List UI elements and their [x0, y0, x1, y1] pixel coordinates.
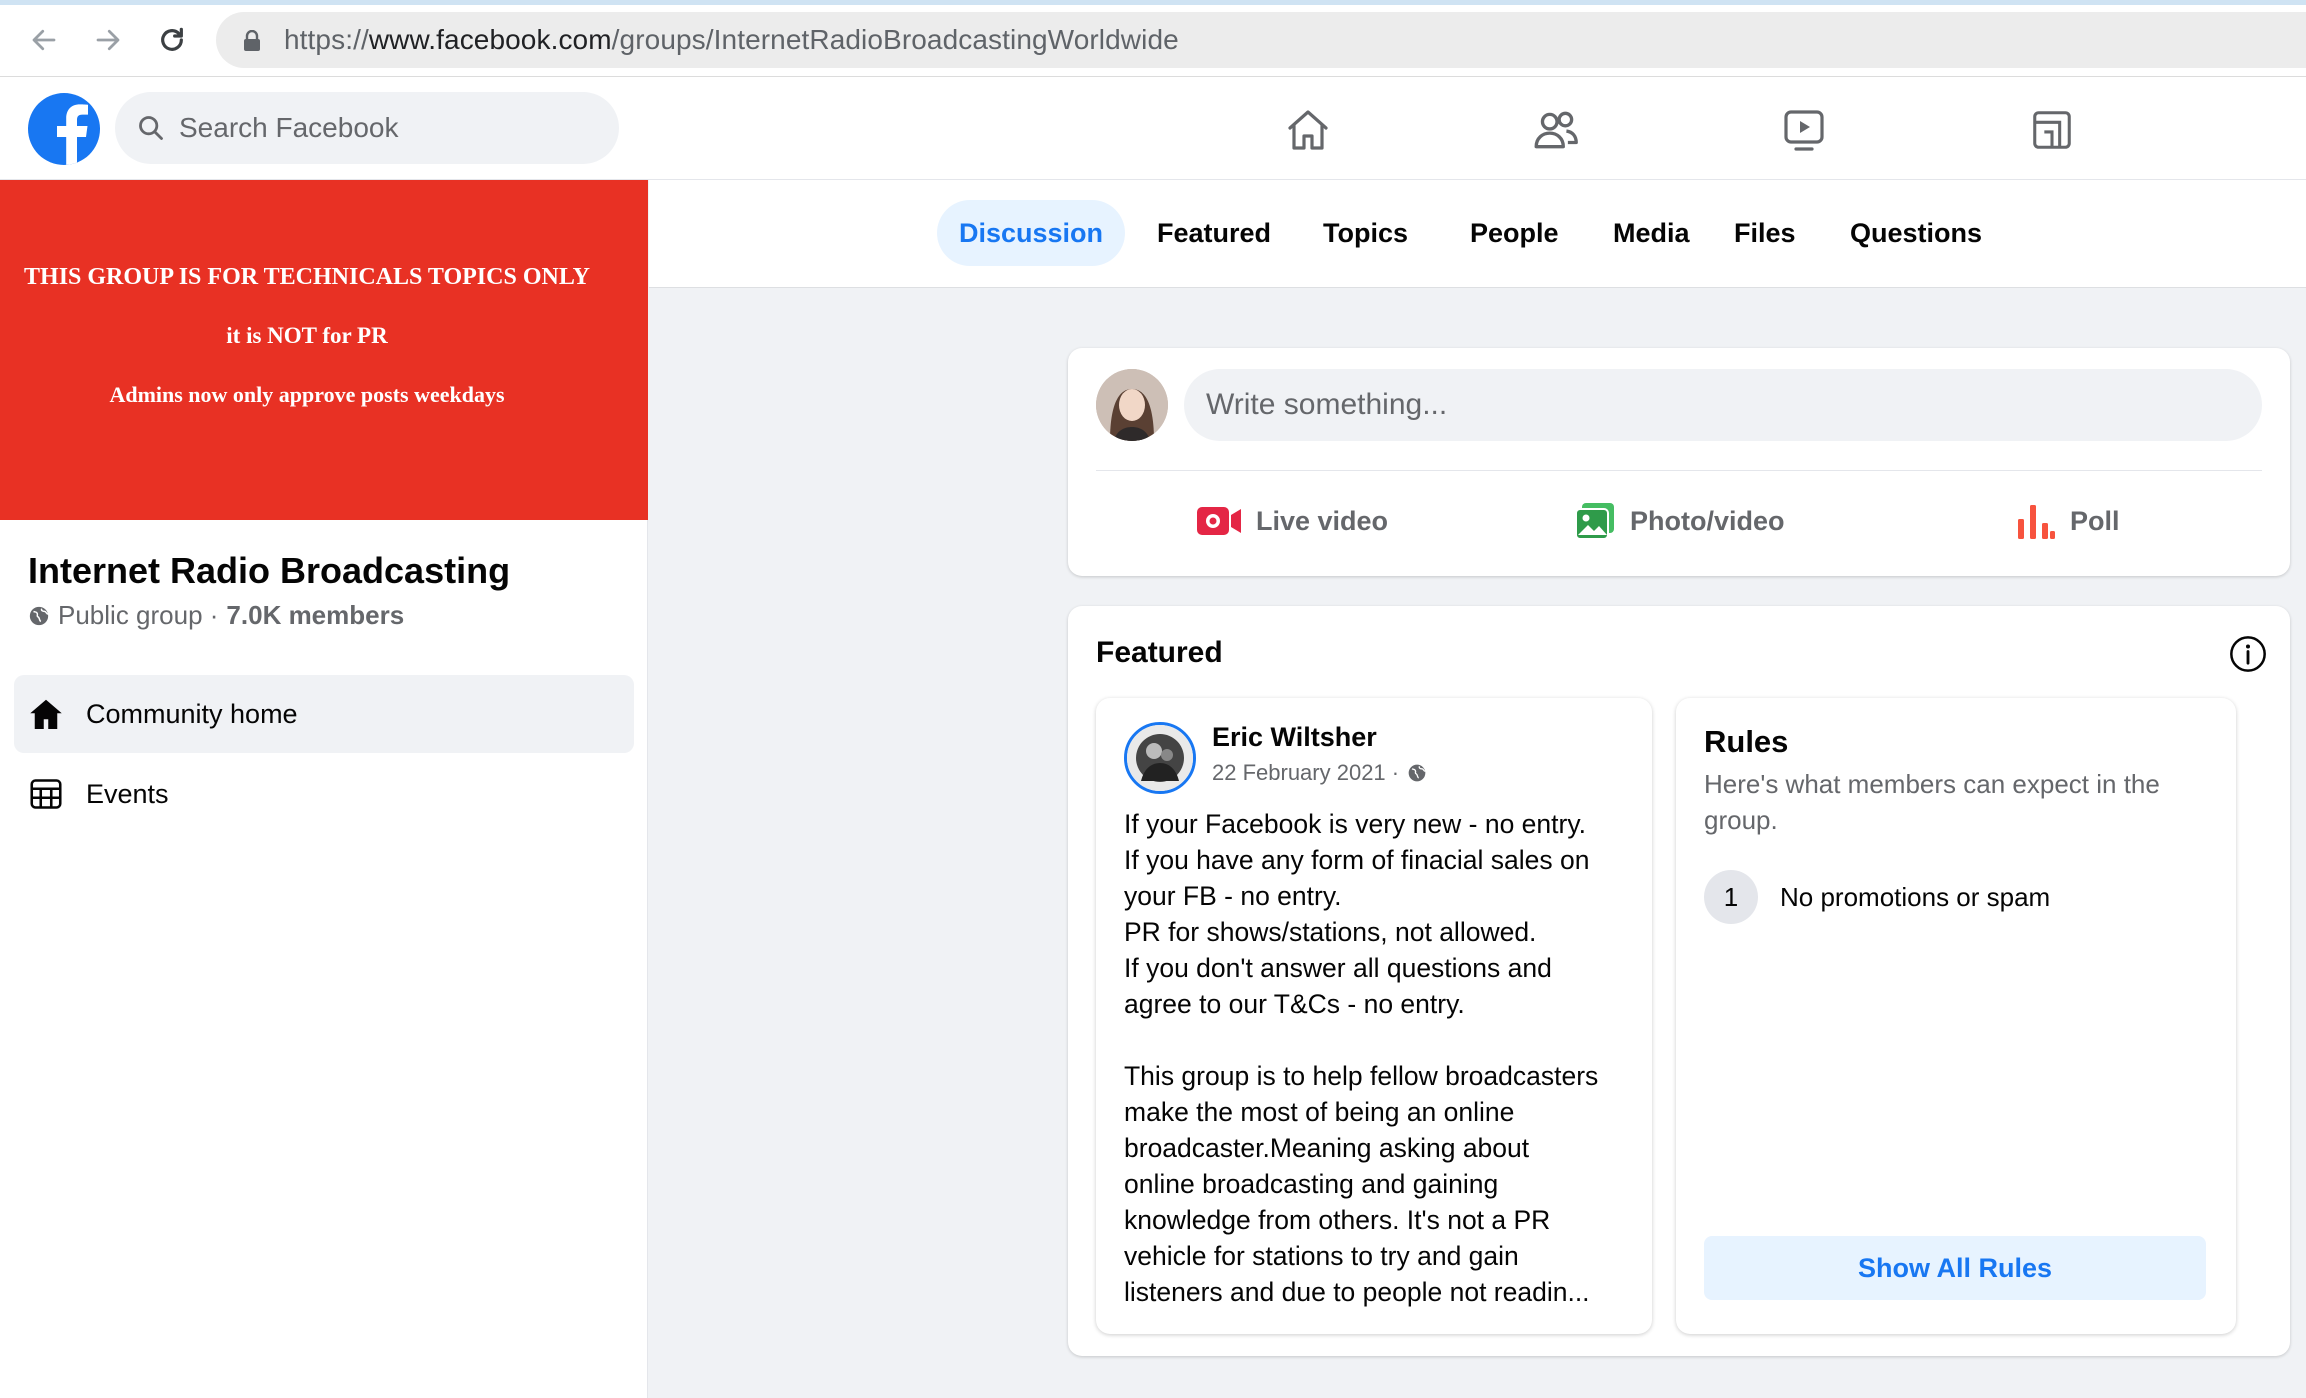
write-something-input[interactable]: Write something...	[1184, 369, 2262, 441]
gaming-icon	[2033, 111, 2071, 149]
lock-icon	[244, 30, 260, 51]
live-video-icon	[1197, 507, 1241, 535]
url-path: /groups/InternetRadioBroadcastingWorldwi…	[611, 24, 1179, 55]
photo-video-button[interactable]: Photo/video	[1574, 498, 1785, 544]
show-all-rules-button[interactable]: Show All Rules	[1704, 1236, 2206, 1300]
poster-name[interactable]: Eric Wiltsher	[1212, 722, 1377, 753]
post-line: your FB - no entry.	[1124, 881, 1342, 911]
tab-strip-edge	[0, 0, 2306, 5]
home-icon	[1288, 110, 1328, 150]
rule-text[interactable]: No promotions or spam	[1780, 882, 2050, 913]
browser-toolbar: https://www.facebook.com/groups/Internet…	[0, 0, 2306, 77]
poll-button[interactable]: Poll	[2016, 498, 2120, 544]
post-line: broadcaster.Meaning asking about	[1124, 1133, 1530, 1163]
featured-post[interactable]: Eric Wiltsher 22 February 2021 · If your…	[1096, 698, 1652, 1334]
live-video-label: Live video	[1256, 505, 1389, 536]
featured-title: Featured	[1096, 636, 1223, 669]
sidebar-item-events[interactable]: Events	[14, 755, 634, 833]
arrow-left-icon	[32, 29, 56, 51]
nav-gaming[interactable]	[2024, 102, 2080, 158]
post-body: If your Facebook is very new - no entry.…	[1124, 806, 1634, 1310]
post-line: vehicle for stations to try and gain	[1124, 1241, 1519, 1271]
group-name[interactable]: Internet Radio Broadcasting	[28, 550, 510, 592]
url-text: https://www.facebook.com/groups/Internet…	[284, 24, 1179, 56]
tab-questions[interactable]: Questions	[1828, 200, 2004, 266]
reload-icon	[161, 27, 183, 51]
arrow-right-icon	[96, 29, 120, 51]
friends-icon	[1534, 111, 1578, 149]
cover-line-3: Admins now only approve posts weekdays	[109, 382, 505, 407]
live-video-button[interactable]: Live video	[1196, 498, 1388, 544]
facebook-logo-icon[interactable]	[28, 93, 100, 165]
tab-discussion[interactable]: Discussion	[937, 200, 1126, 266]
post-line: If you have any form of finacial sales o…	[1124, 845, 1590, 875]
address-bar[interactable]: https://www.facebook.com/groups/Internet…	[216, 12, 2306, 68]
post-line: listeners and due to people not readin..…	[1124, 1277, 1590, 1307]
tab-media[interactable]: Media	[1591, 200, 1712, 266]
post-line: PR for shows/stations, not allowed.	[1124, 917, 1537, 947]
composer-divider	[1096, 470, 2262, 471]
sidebar-item-community-home[interactable]: Community home	[14, 675, 634, 753]
nav-watch[interactable]	[1776, 102, 1832, 158]
url-scheme: https://	[284, 24, 369, 55]
sidebar-item-label: Community home	[86, 698, 298, 729]
photo-video-label: Photo/video	[1630, 505, 1785, 536]
post-line: knowledge from others. It's not a PR	[1124, 1205, 1551, 1235]
search-box[interactable]	[115, 92, 619, 164]
cover-line-1: THIS GROUP IS FOR TECHNICALS TOPICS ONLY	[24, 264, 590, 290]
forward-button[interactable]	[84, 16, 132, 64]
rules-subtitle: Here's what members can expect in the gr…	[1704, 769, 2160, 835]
user-avatar[interactable]	[1096, 369, 1168, 441]
poll-icon	[2018, 505, 2055, 539]
search-input[interactable]	[179, 92, 599, 164]
post-paragraph-gap	[1124, 1022, 1634, 1058]
watch-icon	[1784, 110, 1824, 151]
group-privacy: Public group ·	[58, 600, 219, 630]
rule-number: 1	[1704, 870, 1758, 924]
reload-button[interactable]	[148, 16, 196, 64]
globe-icon	[29, 606, 49, 625]
group-members-count[interactable]: 7.0K members	[226, 600, 404, 631]
url-host: www.facebook.com	[368, 24, 612, 55]
cover-line-2: it is NOT for PR	[226, 323, 388, 348]
post-line: This group is to help fellow broadcaster…	[1124, 1061, 1599, 1091]
post-line: make the most of being an online	[1124, 1097, 1515, 1127]
group-cover-photo[interactable]: THIS GROUP IS FOR TECHNICALS TOPICS ONLY…	[0, 180, 648, 520]
tab-people[interactable]: People	[1448, 200, 1581, 266]
tab-featured[interactable]: Featured	[1135, 200, 1293, 266]
search-icon	[139, 116, 163, 140]
post-date: 22 February 2021 ·	[1212, 760, 1427, 786]
post-line: If you don't answer all questions and	[1124, 953, 1552, 983]
poll-label: Poll	[2070, 505, 2120, 536]
nav-home[interactable]	[1280, 102, 1336, 158]
post-line: online broadcasting and gaining	[1124, 1169, 1499, 1199]
rules-card: Rules Here's what members can expect in …	[1676, 698, 2236, 1334]
sidebar-item-label: Events	[86, 778, 169, 809]
group-tabs: Discussion Featured Topics People Media …	[649, 180, 2306, 288]
tab-files[interactable]: Files	[1712, 200, 1818, 266]
featured-section: Featured Eric Wiltsher 22 February 2021 …	[1068, 606, 2290, 1356]
globe-icon	[1408, 764, 1426, 782]
calendar-icon	[30, 779, 62, 809]
post-date-text[interactable]: 22 February 2021 ·	[1212, 760, 1399, 786]
post-line: If your Facebook is very new - no entry.	[1124, 809, 1586, 839]
facebook-header	[0, 77, 2306, 180]
home-filled-icon	[30, 699, 62, 729]
post-line: agree to our T&Cs - no entry.	[1124, 989, 1465, 1019]
post-composer: Write something... Live video Photo/vide…	[1068, 348, 2290, 576]
back-button[interactable]	[20, 16, 68, 64]
info-icon[interactable]	[2228, 634, 2268, 674]
rules-title: Rules	[1704, 724, 1789, 759]
poster-avatar[interactable]	[1124, 722, 1196, 794]
group-sidebar: THIS GROUP IS FOR TECHNICALS TOPICS ONLY…	[0, 180, 648, 1398]
group-meta: Public group · 7.0K members	[28, 600, 404, 631]
photo-video-icon	[1575, 503, 1614, 540]
nav-friends[interactable]	[1528, 102, 1584, 158]
tab-topics[interactable]: Topics	[1301, 200, 1430, 266]
